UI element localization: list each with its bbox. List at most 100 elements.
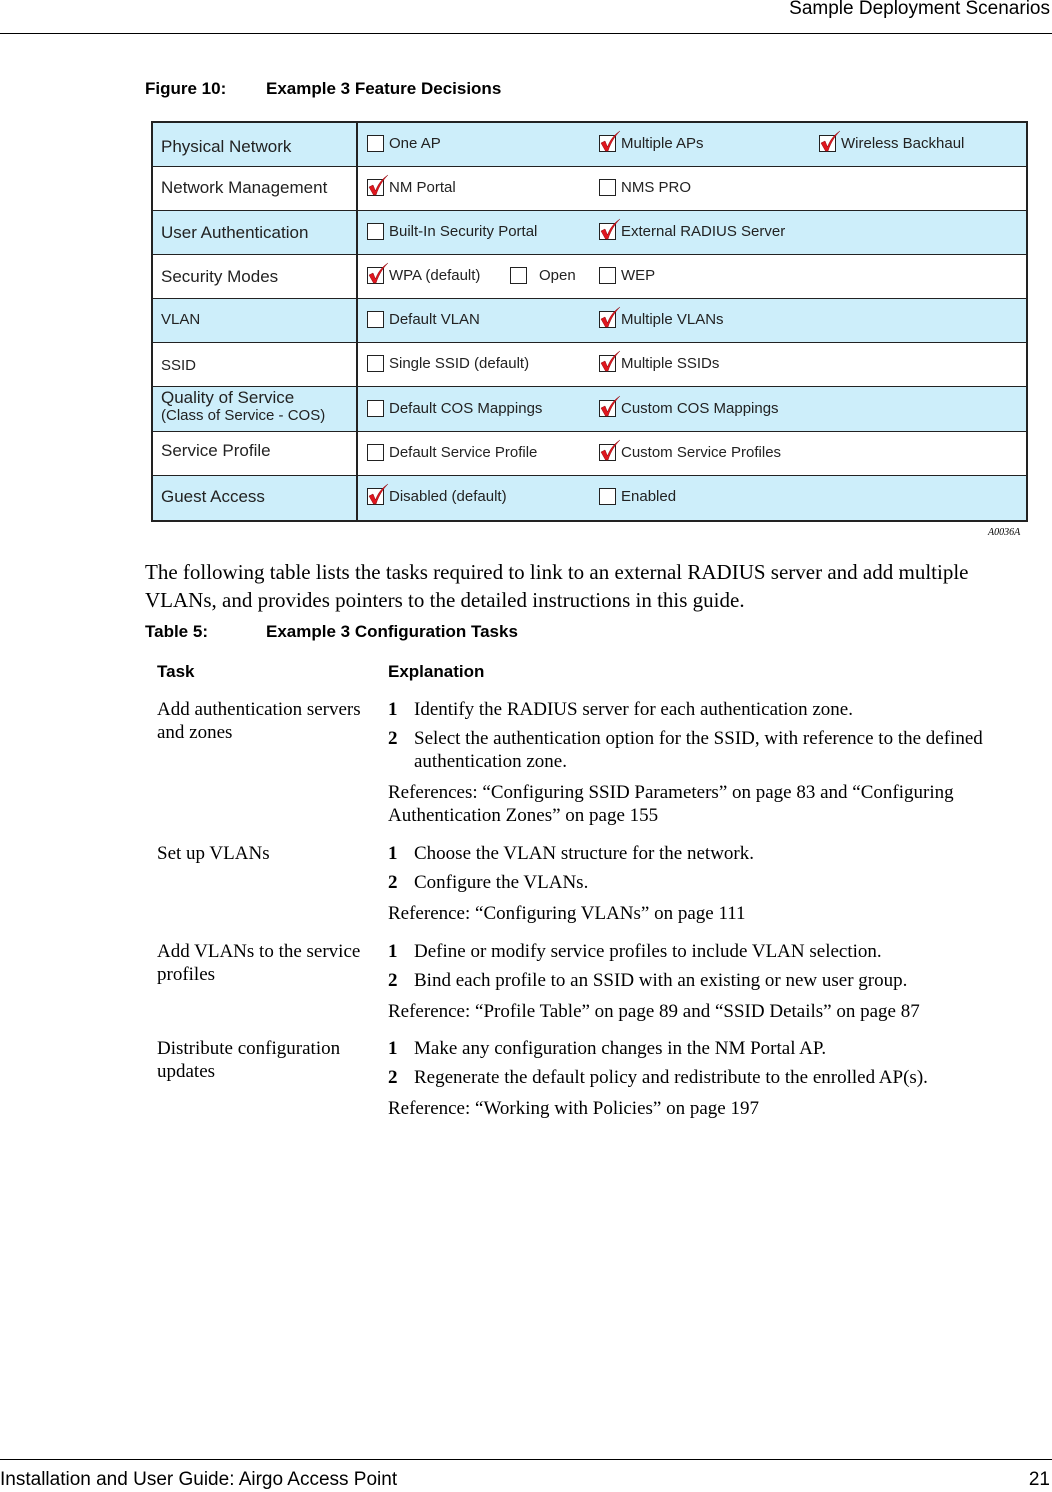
checkbox-unchecked[interactable] [367,311,384,328]
feature-category: SSID [161,357,196,374]
feature-category: Service Profile [161,441,271,461]
checkbox-checked[interactable] [367,174,389,196]
feature-row: Quality of Service (Class of Service - CO… [153,387,1026,432]
feature-option[interactable]: Wireless Backhaul [819,130,965,152]
feature-option[interactable]: Multiple VLANs [599,306,724,328]
feature-category: Security Modes [161,267,278,287]
feature-option-label: Custom Service Profiles [621,444,782,461]
feature-option[interactable]: NMS PRO [599,179,691,196]
feature-option[interactable]: Multiple SSIDs [599,350,719,372]
feature-option-label: Default VLAN [389,311,480,328]
checkbox-checked[interactable] [599,130,621,152]
feature-option[interactable]: NM Portal [367,174,456,196]
step-text: Identify the RADIUS server for each auth… [414,699,853,720]
task-name: Add authentication servers and zones [157,699,361,743]
feature-row: Security Modes WPA (default) Open WEP [153,255,1026,299]
task-explanation: 1 Identify the RADIUS server for each aut… [388,698,1038,827]
task-step: 1 Choose the VLAN structure for the netwo… [388,842,1038,865]
checkbox-unchecked[interactable] [367,444,384,461]
figure-title: Example 3 Feature Decisions [266,79,502,98]
feature-option[interactable]: WEP [599,267,655,284]
task-step: 1 Make any configuration changes in the N… [388,1037,1038,1060]
running-header: Sample Deployment Scenarios [789,0,1050,19]
check-mark-icon [368,483,389,505]
task-step: 2 Bind each profile to an SSID with an ex… [388,969,1038,992]
step-text: Bind each profile to an SSID with an exi… [414,970,908,991]
feature-category-label: VLAN [161,311,201,328]
figure-label: Figure 10: [145,79,227,98]
feature-row: Network Management NM Portal NMS PRO [153,167,1026,211]
task-step: 2 Regenerate the default policy and redis… [388,1066,1038,1089]
task-name: Set up VLANs [157,843,270,864]
feature-row: Service Profile Default Service Profile Cu… [153,432,1026,476]
checkbox-checked[interactable] [599,395,621,417]
feature-option[interactable]: Custom COS Mappings [599,395,779,417]
feature-category: User Authentication [161,223,308,243]
table-title: Example 3 Configuration Tasks [266,622,518,641]
checkbox-checked[interactable] [367,262,389,284]
checkbox-checked[interactable] [367,483,389,505]
feature-option[interactable]: WPA (default) [367,262,480,284]
check-mark-icon [600,306,621,328]
feature-option[interactable]: Open [510,267,576,284]
feature-category-label: User Authentication [161,223,309,242]
feature-option-label: NMS PRO [621,179,692,196]
step-text: Configure the VLANs. [414,872,589,893]
step-text: Select the authentication option for the… [414,728,983,772]
feature-option[interactable]: Enabled [599,488,676,505]
checkbox-checked[interactable] [599,439,621,461]
checkbox-checked[interactable] [599,350,621,372]
feature-option-label: External RADIUS Server [621,223,786,240]
task-step: 2 Select the authentication option for th… [388,727,1038,773]
check-mark-icon [600,218,621,240]
task-reference: Reference: “Working with Policies” on pa… [388,1098,759,1119]
feature-option[interactable]: External RADIUS Server [599,218,786,240]
feature-option[interactable]: Single SSID (default) [367,355,529,372]
feature-option[interactable]: Default VLAN [367,311,480,328]
page-number: 21 [1028,1469,1050,1490]
feature-category-label: Network Management [161,178,328,197]
feature-option[interactable]: Multiple APs [599,130,704,152]
feature-category: VLAN [161,311,200,328]
check-mark-icon [600,350,621,372]
footer-rule [0,1459,1052,1460]
check-mark-icon [600,130,621,152]
feature-option[interactable]: Custom Service Profiles [599,439,782,461]
checkbox-unchecked[interactable] [599,179,616,196]
checkbox-unchecked[interactable] [599,488,616,505]
header-rule [0,33,1052,34]
checkbox-checked[interactable] [599,218,621,240]
step-number: 2 [388,1067,398,1088]
check-mark-icon [368,262,389,284]
checkbox-unchecked[interactable] [367,400,384,417]
checkbox-checked[interactable] [819,130,841,152]
check-mark-icon [368,174,389,196]
step-text: Regenerate the default policy and redist… [414,1067,928,1088]
feature-option-label: WEP [621,267,656,284]
checkbox-unchecked[interactable] [367,355,384,372]
feature-option[interactable]: Default COS Mappings [367,400,542,417]
feature-category-label: Guest Access [161,487,265,506]
step-number: 2 [388,872,398,893]
feature-option-label: Wireless Backhaul [841,135,965,152]
feature-option[interactable]: Default Service Profile [367,444,537,461]
feature-category-label: SSID [161,357,197,374]
checkbox-unchecked[interactable] [599,267,616,284]
feature-option[interactable]: One AP [367,135,441,152]
feature-option[interactable]: Built-In Security Portal [367,223,537,240]
feature-category: Quality of Service (Class of Service - CO… [161,388,325,424]
checkbox-unchecked[interactable] [367,135,384,152]
feature-option-label: Custom COS Mappings [621,400,779,417]
step-text: Define or modify service profiles to inc… [414,941,882,962]
task-reference: Reference: “Configuring VLANs” on page 1… [388,903,746,924]
step-number: 1 [388,1038,398,1059]
checkbox-unchecked[interactable] [510,267,527,284]
feature-option-label: Multiple APs [621,135,704,152]
column-header-explanation: Explanation [388,662,485,681]
feature-category: Network Management [161,178,327,198]
checkbox-unchecked[interactable] [367,223,384,240]
feature-option[interactable]: Disabled (default) [367,483,507,505]
column-divider [356,123,358,520]
feature-category-label: Security Modes [161,267,279,286]
checkbox-checked[interactable] [599,306,621,328]
